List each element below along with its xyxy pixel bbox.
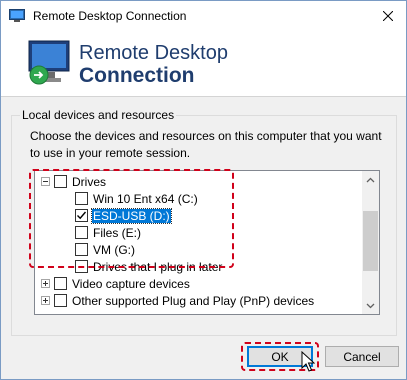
banner-title-line2: Connection [79, 64, 195, 87]
drive-label: VM (G:) [93, 242, 135, 257]
title-bar: Remote Desktop Connection [1, 1, 406, 31]
cancel-button[interactable]: Cancel [325, 346, 399, 367]
drive-d-checkbox[interactable] [75, 209, 88, 222]
tree-item-pnp-devices[interactable]: Other supported Plug and Play (PnP) devi… [41, 292, 315, 309]
scroll-thumb[interactable] [363, 211, 378, 271]
drive-c-checkbox[interactable] [75, 192, 88, 205]
tree-item-drive[interactable]: ESD-USB (D:) [75, 207, 172, 224]
tree-item-video-capture[interactable]: Video capture devices [41, 275, 191, 292]
close-icon [383, 11, 393, 21]
mouse-cursor-icon [301, 351, 315, 372]
header-banner: Remote Desktop Connection [1, 31, 406, 97]
remote-desktop-monitor-icon [28, 40, 70, 85]
tree-item-drive[interactable]: Drives that I plug in later [75, 258, 223, 275]
scroll-down-button[interactable] [362, 297, 379, 314]
window-title: Remote Desktop Connection [33, 9, 187, 23]
drive-label-selected: ESD-USB (D:) [91, 207, 172, 224]
tree-item-drive[interactable]: VM (G:) [75, 241, 136, 258]
scroll-up-button[interactable] [362, 171, 379, 188]
pnp-devices-checkbox[interactable] [54, 294, 67, 307]
local-devices-groupbox: Local devices and resources Choose the d… [11, 108, 397, 336]
drives-checkbox[interactable] [54, 175, 67, 188]
drive-later-checkbox[interactable] [75, 260, 88, 273]
devices-tree[interactable]: Drives Win 10 Ent x64 (C:) ESD-USB (D:) … [34, 170, 380, 315]
checkmark-icon [77, 211, 87, 220]
drive-label: Drives that I plug in later [93, 259, 223, 274]
drive-g-checkbox[interactable] [75, 243, 88, 256]
drive-e-checkbox[interactable] [75, 226, 88, 239]
chevron-down-icon [366, 303, 375, 308]
pnp-devices-label: Other supported Plug and Play (PnP) devi… [72, 293, 315, 308]
expand-icon[interactable] [41, 279, 50, 288]
tree-item-drive[interactable]: Files (E:) [75, 224, 142, 241]
expand-icon[interactable] [41, 296, 50, 305]
tree-item-drive[interactable]: Win 10 Ent x64 (C:) [75, 190, 199, 207]
tree-item-drives[interactable]: Drives [41, 173, 107, 190]
close-button[interactable] [374, 3, 402, 29]
drives-label: Drives [72, 174, 107, 189]
remote-desktop-dialog: Remote Desktop Connection Remote Desktop… [0, 0, 407, 380]
banner-title-line1: Remote Desktop [79, 42, 228, 64]
chevron-up-icon [366, 177, 375, 182]
collapse-icon[interactable] [41, 177, 50, 186]
group-description: Choose the devices and resources on this… [30, 129, 382, 160]
video-capture-checkbox[interactable] [54, 277, 67, 290]
tree-scrollbar[interactable] [362, 171, 379, 314]
drive-label: Win 10 Ent x64 (C:) [93, 191, 198, 206]
drive-label: Files (E:) [93, 225, 141, 240]
remote-desktop-icon [9, 9, 25, 22]
group-label: Local devices and resources [20, 108, 177, 122]
video-capture-label: Video capture devices [72, 276, 190, 291]
